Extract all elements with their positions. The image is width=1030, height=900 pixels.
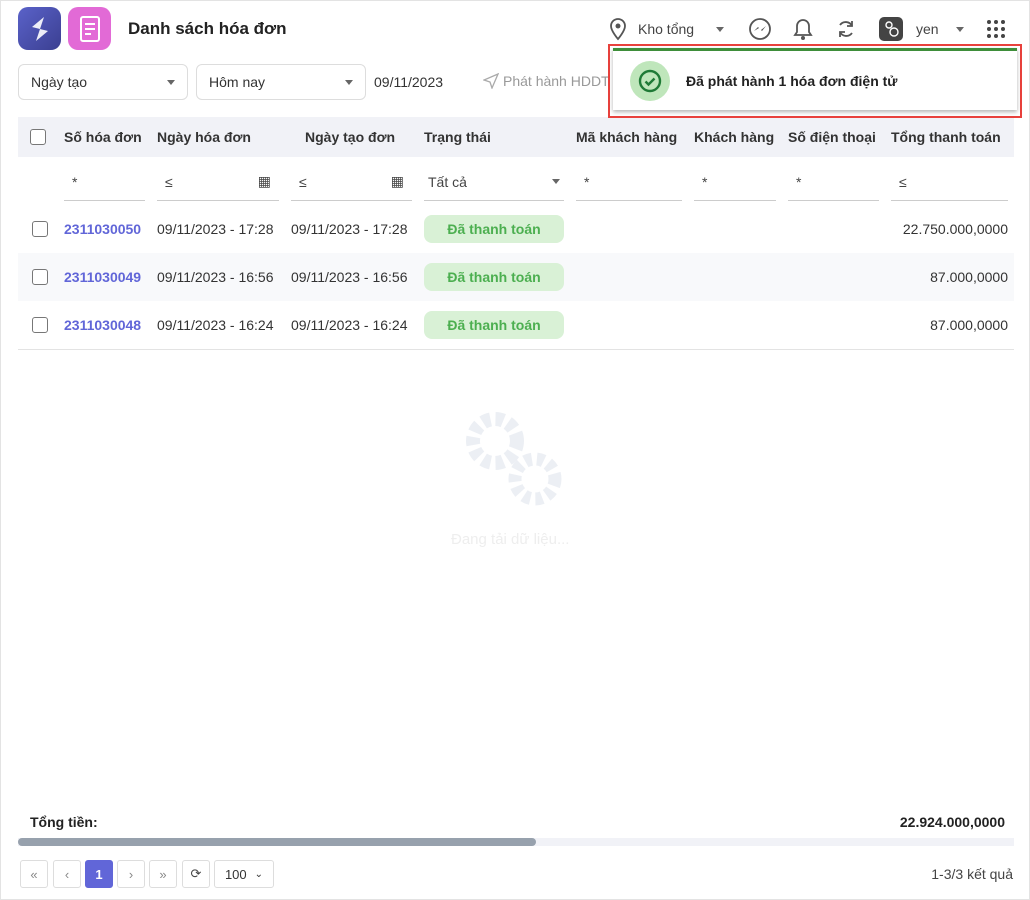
date-type-select[interactable]: Ngày tạo <box>18 64 188 100</box>
total: 22.750.000,0000 <box>902 221 1008 237</box>
chevron-down-icon <box>167 79 175 85</box>
col-customer[interactable]: Khách hàng <box>688 129 782 145</box>
calendar-icon[interactable]: ▦ <box>258 173 271 190</box>
total-filter[interactable]: ≤ <box>891 163 1008 201</box>
top-toolbar: Kho tổng yen <box>608 15 1006 43</box>
last-page-button[interactable]: » <box>149 860 177 888</box>
table-body: 2311030050 09/11/2023 - 17:28 09/11/2023… <box>18 205 1014 350</box>
loading-gears-icon <box>463 409 569 512</box>
total: 87.000,0000 <box>930 317 1008 333</box>
date-range-select[interactable]: Hôm nay <box>196 64 366 100</box>
col-invoice[interactable]: Số hóa đơn <box>58 129 151 145</box>
loading-text: Đang tải dữ liệu... <box>451 531 570 548</box>
created-date: 09/11/2023 - 17:28 <box>291 221 408 237</box>
invoice-date: 09/11/2023 - 17:28 <box>157 221 274 237</box>
status-badge: Đã thanh toán <box>424 263 564 291</box>
invoice-date: 09/11/2023 - 16:56 <box>157 269 274 285</box>
apps-grid-icon[interactable] <box>986 19 1006 39</box>
col-status[interactable]: Trạng thái <box>418 129 570 145</box>
invoice-module-icon[interactable] <box>68 7 111 50</box>
date-value: 09/11/2023 <box>374 74 444 90</box>
created-date: 09/11/2023 - 16:56 <box>291 269 408 285</box>
invoice-link[interactable]: 2311030049 <box>58 269 151 285</box>
location-icon <box>608 17 628 41</box>
col-invoice-date[interactable]: Ngày hóa đơn <box>151 129 285 145</box>
select-all-checkbox[interactable] <box>30 129 46 145</box>
invoice-link[interactable]: 2311030048 <box>58 317 151 333</box>
send-icon <box>483 73 499 89</box>
toast-message: Đã phát hành 1 hóa đơn điện tử <box>686 72 898 89</box>
results-summary: 1-3/3 kết quả <box>931 866 1013 882</box>
toast-highlight: Đã phát hành 1 hóa đơn điện tử <box>608 44 1022 118</box>
user-menu[interactable]: yen <box>916 21 964 37</box>
customer-code-filter[interactable]: * <box>576 163 682 201</box>
filter-row: * ≤ ▦ ≤ ▦ Tất cả * * * ≤ <box>18 161 1014 201</box>
next-page-button[interactable]: › <box>117 860 145 888</box>
refresh-icon: ⟳ <box>190 866 202 881</box>
calendar-icon[interactable]: ▦ <box>391 173 404 190</box>
refresh-button[interactable]: ⟳ <box>182 860 210 888</box>
page-size-select[interactable]: 100 ⌄ <box>214 860 274 888</box>
col-created-date[interactable]: Ngày tạo đơn <box>285 129 418 145</box>
page-1-button[interactable]: 1 <box>85 860 113 888</box>
table-row[interactable]: 2311030048 09/11/2023 - 16:24 09/11/2023… <box>18 301 1014 349</box>
chevron-down-icon <box>956 26 964 32</box>
col-total[interactable]: Tổng thanh toán <box>885 129 1014 145</box>
invoice-date: 09/11/2023 - 16:24 <box>157 317 274 333</box>
user-avatar[interactable] <box>879 17 903 41</box>
status-badge: Đã thanh toán <box>424 215 564 243</box>
row-checkbox[interactable] <box>32 317 48 333</box>
invoice-date-filter[interactable]: ≤ ▦ <box>157 163 279 201</box>
chevron-down-icon <box>552 179 560 184</box>
row-checkbox[interactable] <box>32 269 48 285</box>
messenger-icon[interactable] <box>748 17 772 41</box>
grand-total: 22.924.000,0000 <box>899 814 1005 830</box>
prev-page-button[interactable]: ‹ <box>53 860 81 888</box>
scrollbar-thumb[interactable] <box>18 838 536 846</box>
page-title: Danh sách hóa đơn <box>128 19 287 38</box>
status-badge: Đã thanh toán <box>424 311 564 339</box>
publish-einvoice-button[interactable]: Phát hành HDDT <box>483 73 610 89</box>
first-page-button[interactable]: « <box>20 860 48 888</box>
customer-filter[interactable]: * <box>694 163 776 201</box>
table-row[interactable]: 2311030049 09/11/2023 - 16:56 09/11/2023… <box>18 253 1014 301</box>
chevron-down-icon <box>345 79 353 85</box>
warehouse-select[interactable]: Kho tổng <box>638 21 724 37</box>
total: 87.000,0000 <box>930 269 1008 285</box>
row-checkbox[interactable] <box>32 221 48 237</box>
chevron-down-icon <box>716 26 724 32</box>
total-label: Tổng tiền: <box>30 814 98 830</box>
horizontal-scrollbar[interactable] <box>18 838 1014 846</box>
created-date: 09/11/2023 - 16:24 <box>291 317 408 333</box>
col-customer-code[interactable]: Mã khách hàng <box>570 129 688 145</box>
status-filter-select[interactable]: Tất cả <box>424 163 564 201</box>
sync-icon[interactable] <box>836 19 856 39</box>
bell-icon[interactable] <box>792 17 814 41</box>
invoice-filter-input[interactable]: * <box>64 163 145 201</box>
table-header: Số hóa đơn Ngày hóa đơn Ngày tạo đơn Trạ… <box>18 117 1014 157</box>
phone-filter[interactable]: * <box>788 163 879 201</box>
col-phone[interactable]: Số điện thoại <box>782 129 885 145</box>
created-date-filter[interactable]: ≤ ▦ <box>291 163 412 201</box>
success-toast: Đã phát hành 1 hóa đơn điện tử <box>613 48 1017 110</box>
table-row[interactable]: 2311030050 09/11/2023 - 17:28 09/11/2023… <box>18 205 1014 253</box>
chevron-down-icon: ⌄ <box>254 868 264 880</box>
check-circle-icon <box>630 60 670 101</box>
app-logo[interactable] <box>18 7 61 50</box>
invoice-link[interactable]: 2311030050 <box>58 221 151 237</box>
